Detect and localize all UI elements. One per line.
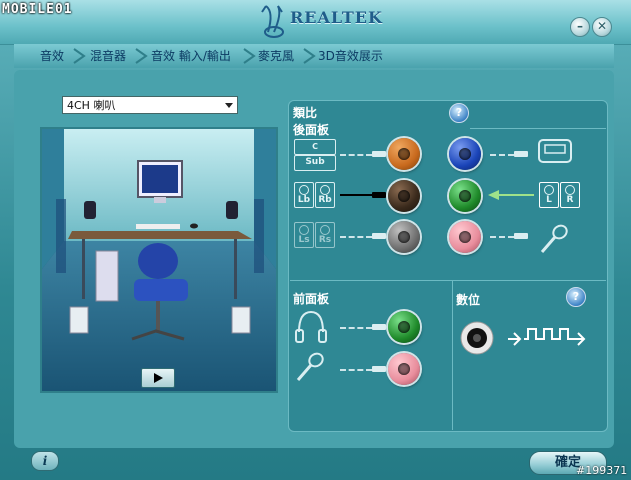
- play-button[interactable]: [141, 368, 175, 388]
- tab-3d-demo[interactable]: 3D音效展示: [318, 44, 383, 68]
- speaker-config-value: 4CH 喇叭: [67, 99, 116, 112]
- speaker-config-select[interactable]: 4CH 喇叭: [62, 96, 238, 114]
- front-panel-title: 前面板: [293, 292, 330, 306]
- plug-icon: [372, 366, 386, 372]
- front-left-speaker-icon: L: [539, 182, 559, 208]
- plug-icon: [372, 151, 386, 157]
- center-speaker-icon: C: [294, 139, 336, 155]
- minimize-button[interactable]: –: [570, 17, 590, 37]
- brand-name: REALTEK: [290, 8, 383, 27]
- tab-separator: [73, 48, 86, 64]
- dash-line: [490, 154, 514, 156]
- tab-microphone[interactable]: 麥克風: [258, 44, 294, 68]
- dash-line: [340, 327, 372, 329]
- plug-icon: [372, 324, 386, 330]
- watermark: MOBILE01: [2, 2, 73, 17]
- microphone-icon: [296, 352, 324, 381]
- tab-separator: [135, 48, 148, 64]
- rear-panel-title: 後面板: [293, 123, 330, 137]
- plug-icon: [372, 192, 386, 198]
- tab-mixer[interactable]: 混音器: [90, 44, 126, 68]
- image-id-label: #199371: [576, 464, 628, 477]
- line-in-device-icon: [538, 139, 572, 163]
- rear-left-speaker-icon: Lb: [294, 182, 314, 208]
- dash-line: [340, 369, 372, 371]
- divider: [290, 280, 606, 281]
- side-right-speaker-icon: Rs: [315, 222, 335, 248]
- tab-separator: [243, 48, 256, 64]
- front-right-speaker-icon: R: [560, 182, 580, 208]
- dash-line: [340, 236, 372, 238]
- rear-pink-jack[interactable]: [449, 221, 481, 253]
- microphone-icon: [540, 224, 568, 253]
- analog-title: 類比: [293, 106, 318, 120]
- close-button[interactable]: ✕: [592, 17, 612, 37]
- rear-orange-jack[interactable]: [388, 138, 420, 170]
- digital-signal-icon: [508, 328, 586, 346]
- plug-icon: [514, 233, 528, 239]
- tab-audio-io[interactable]: 音效 輸入/輸出: [151, 44, 231, 68]
- spdif-jack-icon[interactable]: [459, 320, 495, 356]
- tab-separator: [303, 48, 316, 64]
- tab-bar: 音效 混音器 音效 輸入/輸出 麥克風 3D音效展示: [14, 44, 614, 68]
- plug-icon: [372, 233, 386, 239]
- rear-gray-jack[interactable]: [388, 221, 420, 253]
- headphones-icon: [295, 310, 327, 343]
- rear-black-jack[interactable]: [388, 180, 420, 212]
- dash-line: [340, 154, 372, 156]
- arrow-left-icon: [488, 190, 499, 200]
- divider: [452, 280, 453, 430]
- digital-title: 數位: [456, 293, 481, 307]
- plug-icon: [514, 151, 528, 157]
- analog-help-icon[interactable]: ?: [449, 103, 469, 123]
- rear-blue-jack[interactable]: [449, 138, 481, 170]
- chevron-down-icon: [225, 103, 233, 108]
- front-green-jack[interactable]: [388, 311, 420, 343]
- subwoofer-speaker-icon: Sub: [294, 155, 336, 171]
- rear-green-jack[interactable]: [449, 180, 481, 212]
- side-left-speaker-icon: Ls: [294, 222, 314, 248]
- front-pink-jack[interactable]: [388, 353, 420, 385]
- tab-sound-effects[interactable]: 音效: [40, 44, 64, 68]
- digital-help-icon[interactable]: ?: [566, 287, 586, 307]
- connected-line: [340, 194, 372, 196]
- dash-line: [490, 236, 514, 238]
- rear-right-speaker-icon: Rb: [315, 182, 335, 208]
- info-button[interactable]: i: [31, 451, 59, 471]
- room-preview: [40, 127, 278, 393]
- divider: [470, 128, 606, 129]
- room-illustration: [42, 129, 276, 391]
